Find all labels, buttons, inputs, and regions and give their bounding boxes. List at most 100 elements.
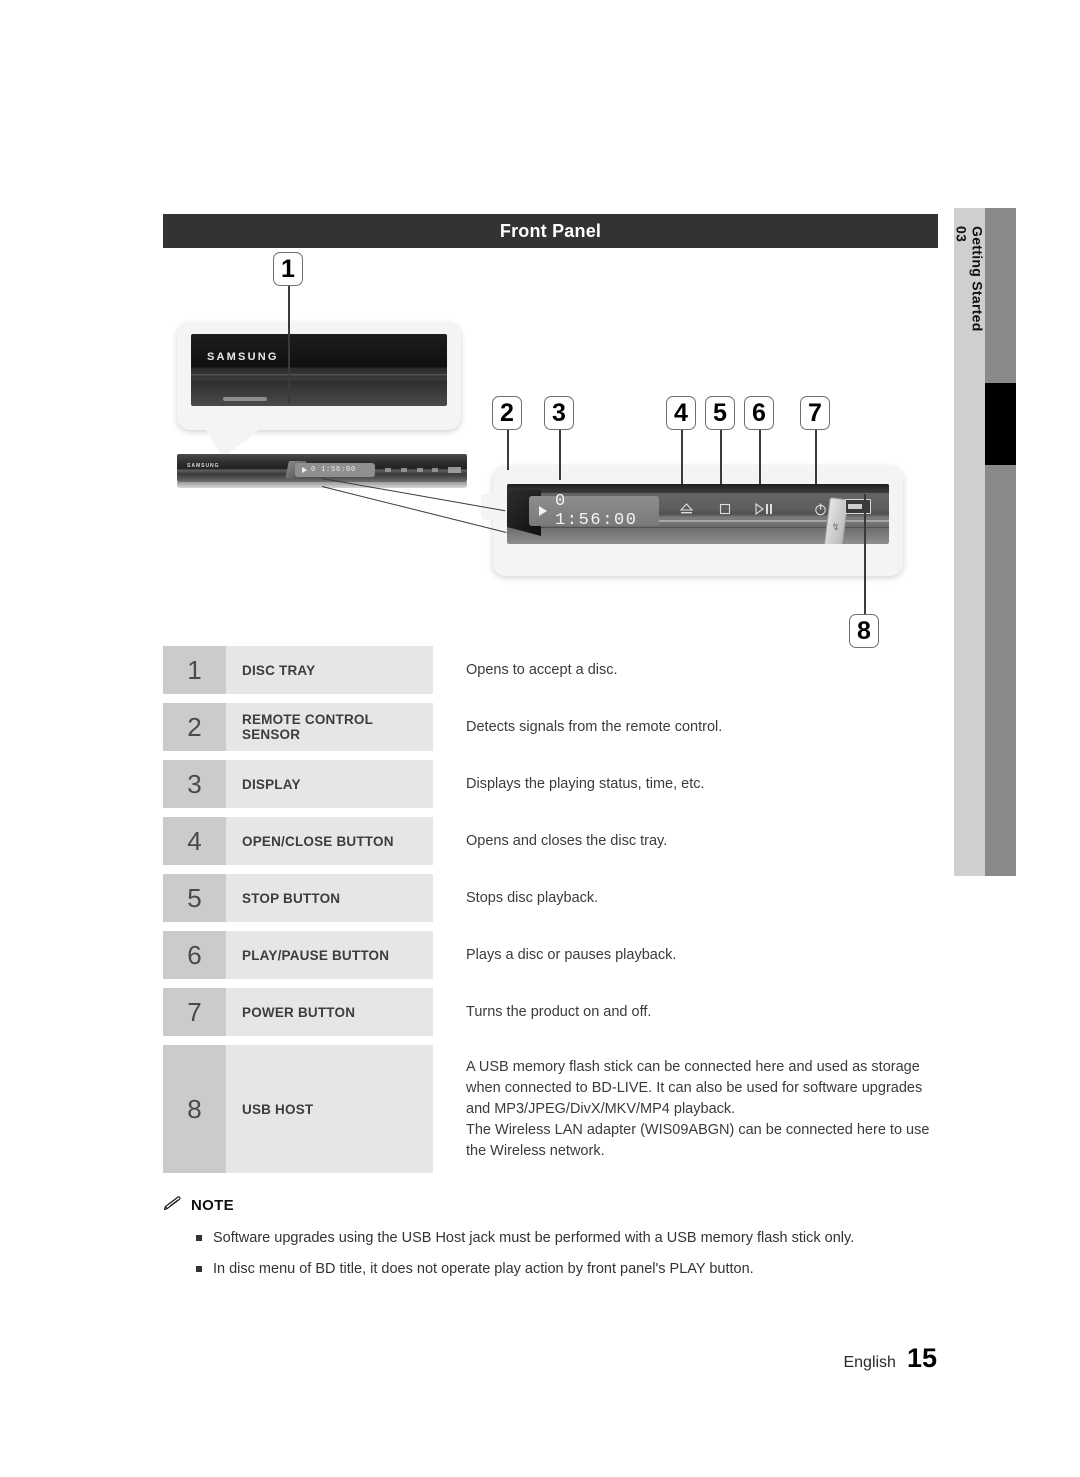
row-description: Stops disc playback.	[466, 889, 599, 906]
front-panel-button-row	[675, 498, 826, 522]
product-full-view: SAMSUNG 0 1:56:00	[177, 452, 467, 494]
note-bullet-icon	[196, 1266, 202, 1272]
row-description: A USB memory flash stick can be connecte…	[433, 1045, 938, 1173]
page-title: Front Panel	[499, 220, 602, 241]
callout-badge-4: 4	[666, 396, 696, 430]
callout-number: 1	[281, 254, 295, 283]
row-label: DISC TRAY	[226, 646, 433, 694]
leader-line-7	[815, 430, 817, 484]
note-bullet-icon	[196, 1235, 202, 1241]
play-pause-button-icon	[753, 498, 775, 520]
section-header-bar: Front Panel	[163, 214, 938, 248]
disc-tray-face: SAMSUNG	[191, 334, 447, 406]
note-item-text: Software upgrades using the USB Host jac…	[213, 1230, 855, 1246]
table-row: 2 REMOTE CONTROL SENSOR Detects signals …	[163, 703, 938, 751]
side-tab-position-marker	[985, 383, 1016, 465]
disc-tray-zoom-view: SAMSUNG	[177, 322, 461, 430]
leader-line-2	[507, 430, 509, 470]
front-panel-parts-table: 1 DISC TRAY Opens to accept a disc. 2 RE…	[163, 646, 938, 1182]
product-button-row-small	[385, 466, 461, 474]
leader-line-1	[288, 286, 290, 404]
row-description: Turns the product on and off.	[466, 1003, 652, 1020]
chapter-side-tab: 03 Getting Started	[954, 208, 1016, 876]
front-panel-face: 0 1:56:00 ↯	[507, 484, 889, 544]
callout-number: 8	[857, 616, 871, 645]
brand-logo: SAMSUNG	[207, 351, 279, 363]
usb-port-small-icon	[448, 467, 461, 473]
row-number: 1	[163, 646, 226, 694]
row-label: REMOTE CONTROL SENSOR	[226, 703, 433, 751]
row-number: 3	[163, 760, 226, 808]
row-number: 6	[163, 931, 226, 979]
table-row: 7 POWER BUTTON Turns the product on and …	[163, 988, 938, 1036]
note-block: NOTE Software upgrades using the USB Hos…	[163, 1196, 963, 1290]
leader-line-8	[864, 494, 866, 614]
table-row: 1 DISC TRAY Opens to accept a disc.	[163, 646, 938, 694]
row-label: STOP BUTTON	[226, 874, 433, 922]
chapter-name: Getting Started	[969, 226, 986, 332]
row-number: 2	[163, 703, 226, 751]
table-row: 6 PLAY/PAUSE BUTTON Plays a disc or paus…	[163, 931, 938, 979]
disc-tray-notch	[223, 397, 267, 401]
row-description: Detects signals from the remote control.	[466, 718, 723, 735]
side-tab-text-group: 03 Getting Started	[953, 208, 986, 876]
row-description: Plays a disc or pauses playback.	[466, 946, 677, 963]
callout-badge-5: 5	[705, 396, 735, 430]
eject-button-small-icon	[385, 468, 391, 472]
note-list-item: In disc menu of BD title, it does not op…	[163, 1259, 963, 1279]
callout-badge-3: 3	[544, 396, 574, 430]
callout-number: 2	[500, 398, 514, 427]
footer-page-number: 15	[906, 1343, 937, 1373]
row-description: Opens and closes the disc tray.	[466, 832, 668, 849]
table-row: 8 USB HOST A USB memory flash stick can …	[163, 1045, 938, 1173]
row-description-paragraph-2: The Wireless LAN adapter (WIS09ABGN) can…	[466, 1121, 930, 1159]
row-label: DISPLAY	[226, 760, 433, 808]
chapter-number: 03	[953, 226, 970, 243]
leader-line-5	[720, 430, 722, 484]
note-item-text: In disc menu of BD title, it does not op…	[213, 1261, 754, 1277]
note-list: Software upgrades using the USB Host jac…	[163, 1228, 963, 1279]
row-number: 7	[163, 988, 226, 1036]
note-list-item: Software upgrades using the USB Host jac…	[163, 1228, 963, 1248]
callout-badge-6: 6	[744, 396, 774, 430]
row-description: Opens to accept a disc.	[466, 661, 618, 678]
table-row: 4 OPEN/CLOSE BUTTON Opens and closes the…	[163, 817, 938, 865]
row-number: 5	[163, 874, 226, 922]
row-label: PLAY/PAUSE BUTTON	[226, 931, 433, 979]
disc-tray-slot	[191, 374, 447, 377]
callout-badge-7: 7	[800, 396, 830, 430]
row-number: 4	[163, 817, 226, 865]
callout-number: 3	[552, 398, 566, 427]
row-description: Displays the playing status, time, etc.	[466, 775, 705, 792]
pencil-icon	[163, 1196, 182, 1215]
callout-badge-8: 8	[849, 614, 879, 648]
front-panel-display: 0 1:56:00	[529, 492, 659, 530]
leader-line-4	[681, 430, 683, 484]
play-pause-button-small-icon	[416, 468, 423, 472]
page-footer: English 15	[843, 1343, 937, 1374]
power-button-small-icon	[432, 468, 439, 472]
footer-language: English	[843, 1354, 896, 1371]
callout-number: 5	[713, 398, 727, 427]
callout-number: 6	[752, 398, 766, 427]
callout-number: 4	[674, 398, 688, 427]
note-header: NOTE	[163, 1196, 963, 1215]
callout-number: 7	[808, 398, 822, 427]
callout-badge-1: 1	[273, 252, 303, 286]
front-panel-illustration: 1 2 3 4 5 6 7 8 SAMSUNG SAMSUNG 0 1:56:0…	[163, 250, 938, 648]
manual-page: Front Panel 03 Getting Started 1 2 3 4 5…	[0, 0, 1080, 1477]
row-label: POWER BUTTON	[226, 988, 433, 1036]
stop-button-small-icon	[400, 468, 407, 472]
table-row: 5 STOP BUTTON Stops disc playback.	[163, 874, 938, 922]
row-number: 8	[163, 1045, 226, 1173]
row-description-paragraph-1: A USB memory flash stick can be connecte…	[466, 1058, 923, 1117]
brand-logo-small: SAMSUNG	[187, 463, 220, 469]
row-label: OPEN/CLOSE BUTTON	[226, 817, 433, 865]
note-title: NOTE	[191, 1197, 234, 1214]
leader-line-6	[759, 430, 761, 484]
eject-button-icon	[675, 498, 697, 520]
stop-button-icon	[714, 498, 736, 520]
callout-badge-2: 2	[492, 396, 522, 430]
usb-host-port	[845, 499, 871, 514]
product-display-small: 0 1:56:00	[295, 463, 375, 477]
